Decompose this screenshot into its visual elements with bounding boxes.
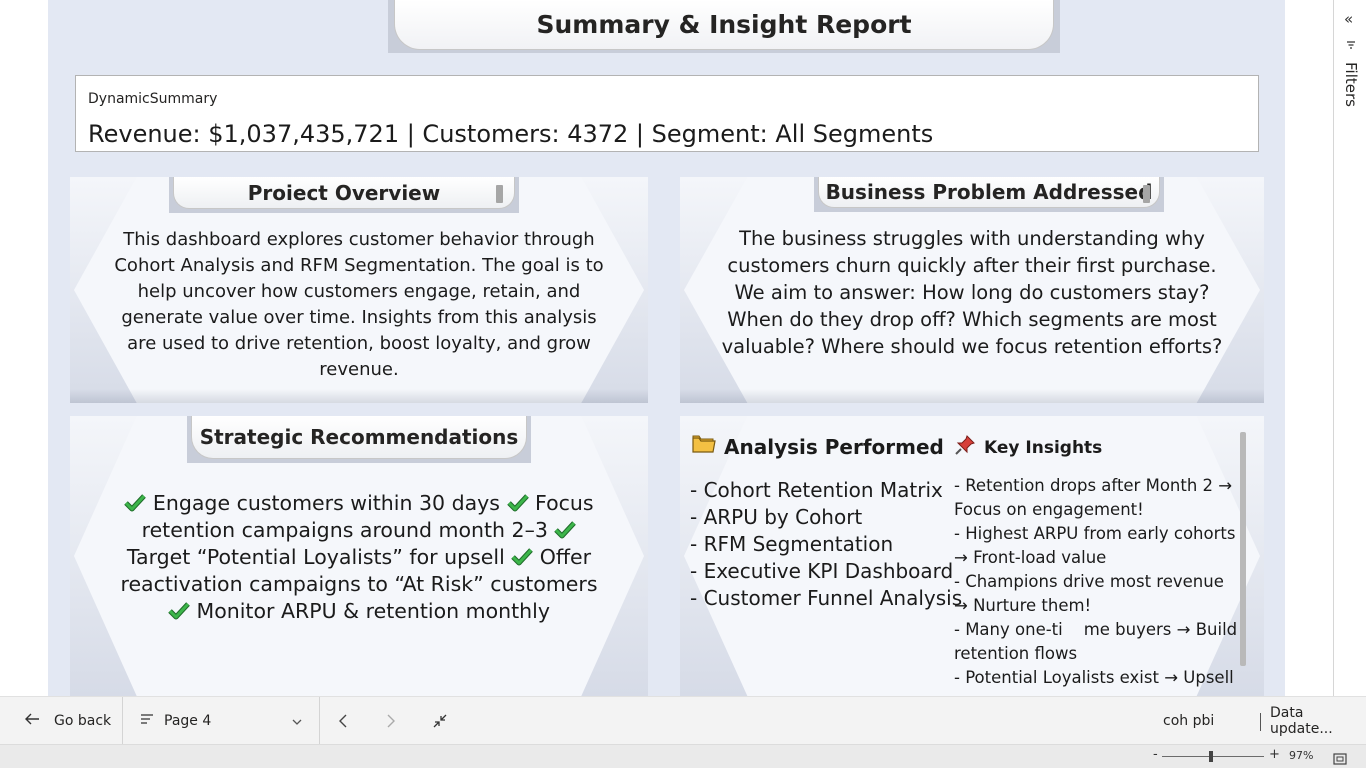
report-canvas: Summary & Insight Report DynamicSummary … — [48, 0, 1285, 696]
check-mark-icon — [506, 491, 529, 515]
strategic-recommendations-header: Strategic Recommendations — [187, 416, 531, 463]
insights-scrollbar[interactable] — [1240, 432, 1246, 666]
bottom-navigation-bar: Go back Page 4 coh pbi Data update... — [0, 696, 1366, 745]
fit-to-page-icon[interactable] — [1333, 750, 1347, 769]
check-mark-icon — [554, 518, 577, 542]
next-page-button[interactable] — [386, 697, 396, 745]
analysis-performed-heading: Analysis Performed — [692, 434, 944, 459]
list-item: - Retention drops after Month 2 → Focus … — [954, 476, 1233, 519]
chevron-down-icon — [292, 713, 302, 729]
data-update-status[interactable]: Data update... — [1270, 697, 1366, 745]
dynamic-summary-value: Revenue: $1,037,435,721 | Customers: 437… — [88, 120, 934, 148]
recommendation-item: Monitor ARPU & retention monthly — [190, 599, 550, 623]
previous-page-button[interactable] — [338, 697, 348, 745]
zoom-in-button[interactable]: + — [1269, 747, 1280, 762]
project-overview-panel[interactable]: Proiect Overview This dashboard explores… — [70, 177, 648, 403]
zoom-out-button[interactable]: - — [1153, 747, 1158, 762]
strategic-recommendations-panel[interactable]: Strategic Recommendations Engage custome… — [70, 416, 648, 696]
project-overview-title: Proiect Overview — [173, 177, 515, 209]
list-item: - Champions drive most revenue → Nurture… — [954, 572, 1224, 615]
strategic-recommendations-body: Engage customers within 30 days Focus re… — [114, 490, 604, 625]
list-item: - Executive KPI Dashboard — [690, 559, 954, 583]
divider — [1260, 713, 1261, 731]
divider — [319, 697, 320, 745]
list-icon — [140, 713, 154, 729]
key-insights-title: Key Insights — [984, 437, 1103, 458]
analysis-performed-list: - Cohort Retention Matrix - ARPU by Coho… — [690, 477, 962, 612]
header-scrollbar[interactable] — [496, 185, 503, 203]
report-title-frame: Summary & Insight Report — [388, 0, 1060, 53]
panel-shadow — [680, 389, 1264, 403]
filters-pane[interactable]: « Filters — [1333, 0, 1366, 696]
project-overview-header: Proiect Overview — [169, 177, 519, 213]
page-selector-label: Page 4 — [164, 713, 212, 729]
chevron-right-icon — [387, 714, 395, 728]
list-item: - Potential Loyalists exist → Upsell — [954, 668, 1234, 687]
business-problem-body: The business struggles with understandin… — [721, 227, 1223, 358]
arrow-left-icon — [24, 712, 40, 730]
check-mark-icon — [168, 599, 190, 623]
dynamic-summary-label: DynamicSummary — [88, 91, 218, 107]
collapse-arrows-icon — [433, 714, 447, 728]
pushpin-icon — [954, 434, 976, 461]
chevron-left-icon — [339, 714, 347, 728]
list-item: - Highest ARPU from early cohorts → Fron… — [954, 524, 1236, 567]
double-chevron-left-icon[interactable]: « — [1344, 10, 1353, 28]
filter-icon — [1346, 40, 1356, 53]
business-problem-panel[interactable]: Business Problem Addressed The business … — [680, 177, 1264, 403]
analysis-performed-title: Analysis Performed — [724, 434, 944, 459]
recommendation-item: Target “Potential Loyalists” for upsell — [126, 545, 512, 569]
list-item: - RFM Segmentation — [690, 532, 894, 556]
report-title: Summary & Insight Report — [394, 0, 1054, 50]
key-insights-list: - Retention drops after Month 2 → Focus … — [954, 474, 1240, 690]
business-problem-header: Business Problem Addressed — [814, 177, 1164, 212]
go-back-button[interactable]: Go back — [24, 697, 111, 745]
check-mark-icon — [511, 545, 534, 569]
list-item: - Cohort Retention Matrix — [690, 478, 943, 502]
go-back-label: Go back — [54, 713, 112, 729]
filters-label[interactable]: Filters — [1342, 62, 1360, 107]
list-item: - Customer Funnel Analysis — [690, 586, 963, 610]
zoom-level: 97% — [1289, 749, 1314, 762]
check-mark-icon — [124, 491, 147, 515]
exit-focus-mode-button[interactable] — [432, 697, 448, 745]
analysis-insights-panel[interactable]: Analysis Performed - Cohort Retention Ma… — [680, 416, 1264, 696]
recommendation-item: Engage customers within 30 days — [146, 491, 507, 515]
zoom-slider[interactable] — [1162, 756, 1264, 757]
zoom-status-bar: - + 97% — [0, 744, 1366, 768]
project-overview-body: This dashboard explores customer behavio… — [114, 229, 604, 380]
divider — [122, 697, 123, 745]
list-item: - Many one-ti me buyers → Build retentio… — [954, 620, 1238, 663]
list-item: - ARPU by Cohort — [690, 505, 863, 529]
strategic-recommendations-title: Strategic Recommendations — [191, 416, 527, 459]
zoom-slider-thumb[interactable] — [1209, 751, 1213, 762]
folder-icon — [692, 434, 716, 459]
header-scrollbar[interactable] — [1143, 185, 1150, 203]
key-insights-heading: Key Insights — [954, 434, 1102, 461]
business-problem-title: Business Problem Addressed — [818, 177, 1160, 208]
dynamic-summary-card[interactable]: DynamicSummary Revenue: $1,037,435,721 |… — [75, 75, 1259, 152]
page-selector-dropdown[interactable]: Page 4 — [140, 697, 306, 745]
panel-shadow — [70, 389, 648, 403]
workspace-label: coh pbi — [1163, 713, 1215, 729]
